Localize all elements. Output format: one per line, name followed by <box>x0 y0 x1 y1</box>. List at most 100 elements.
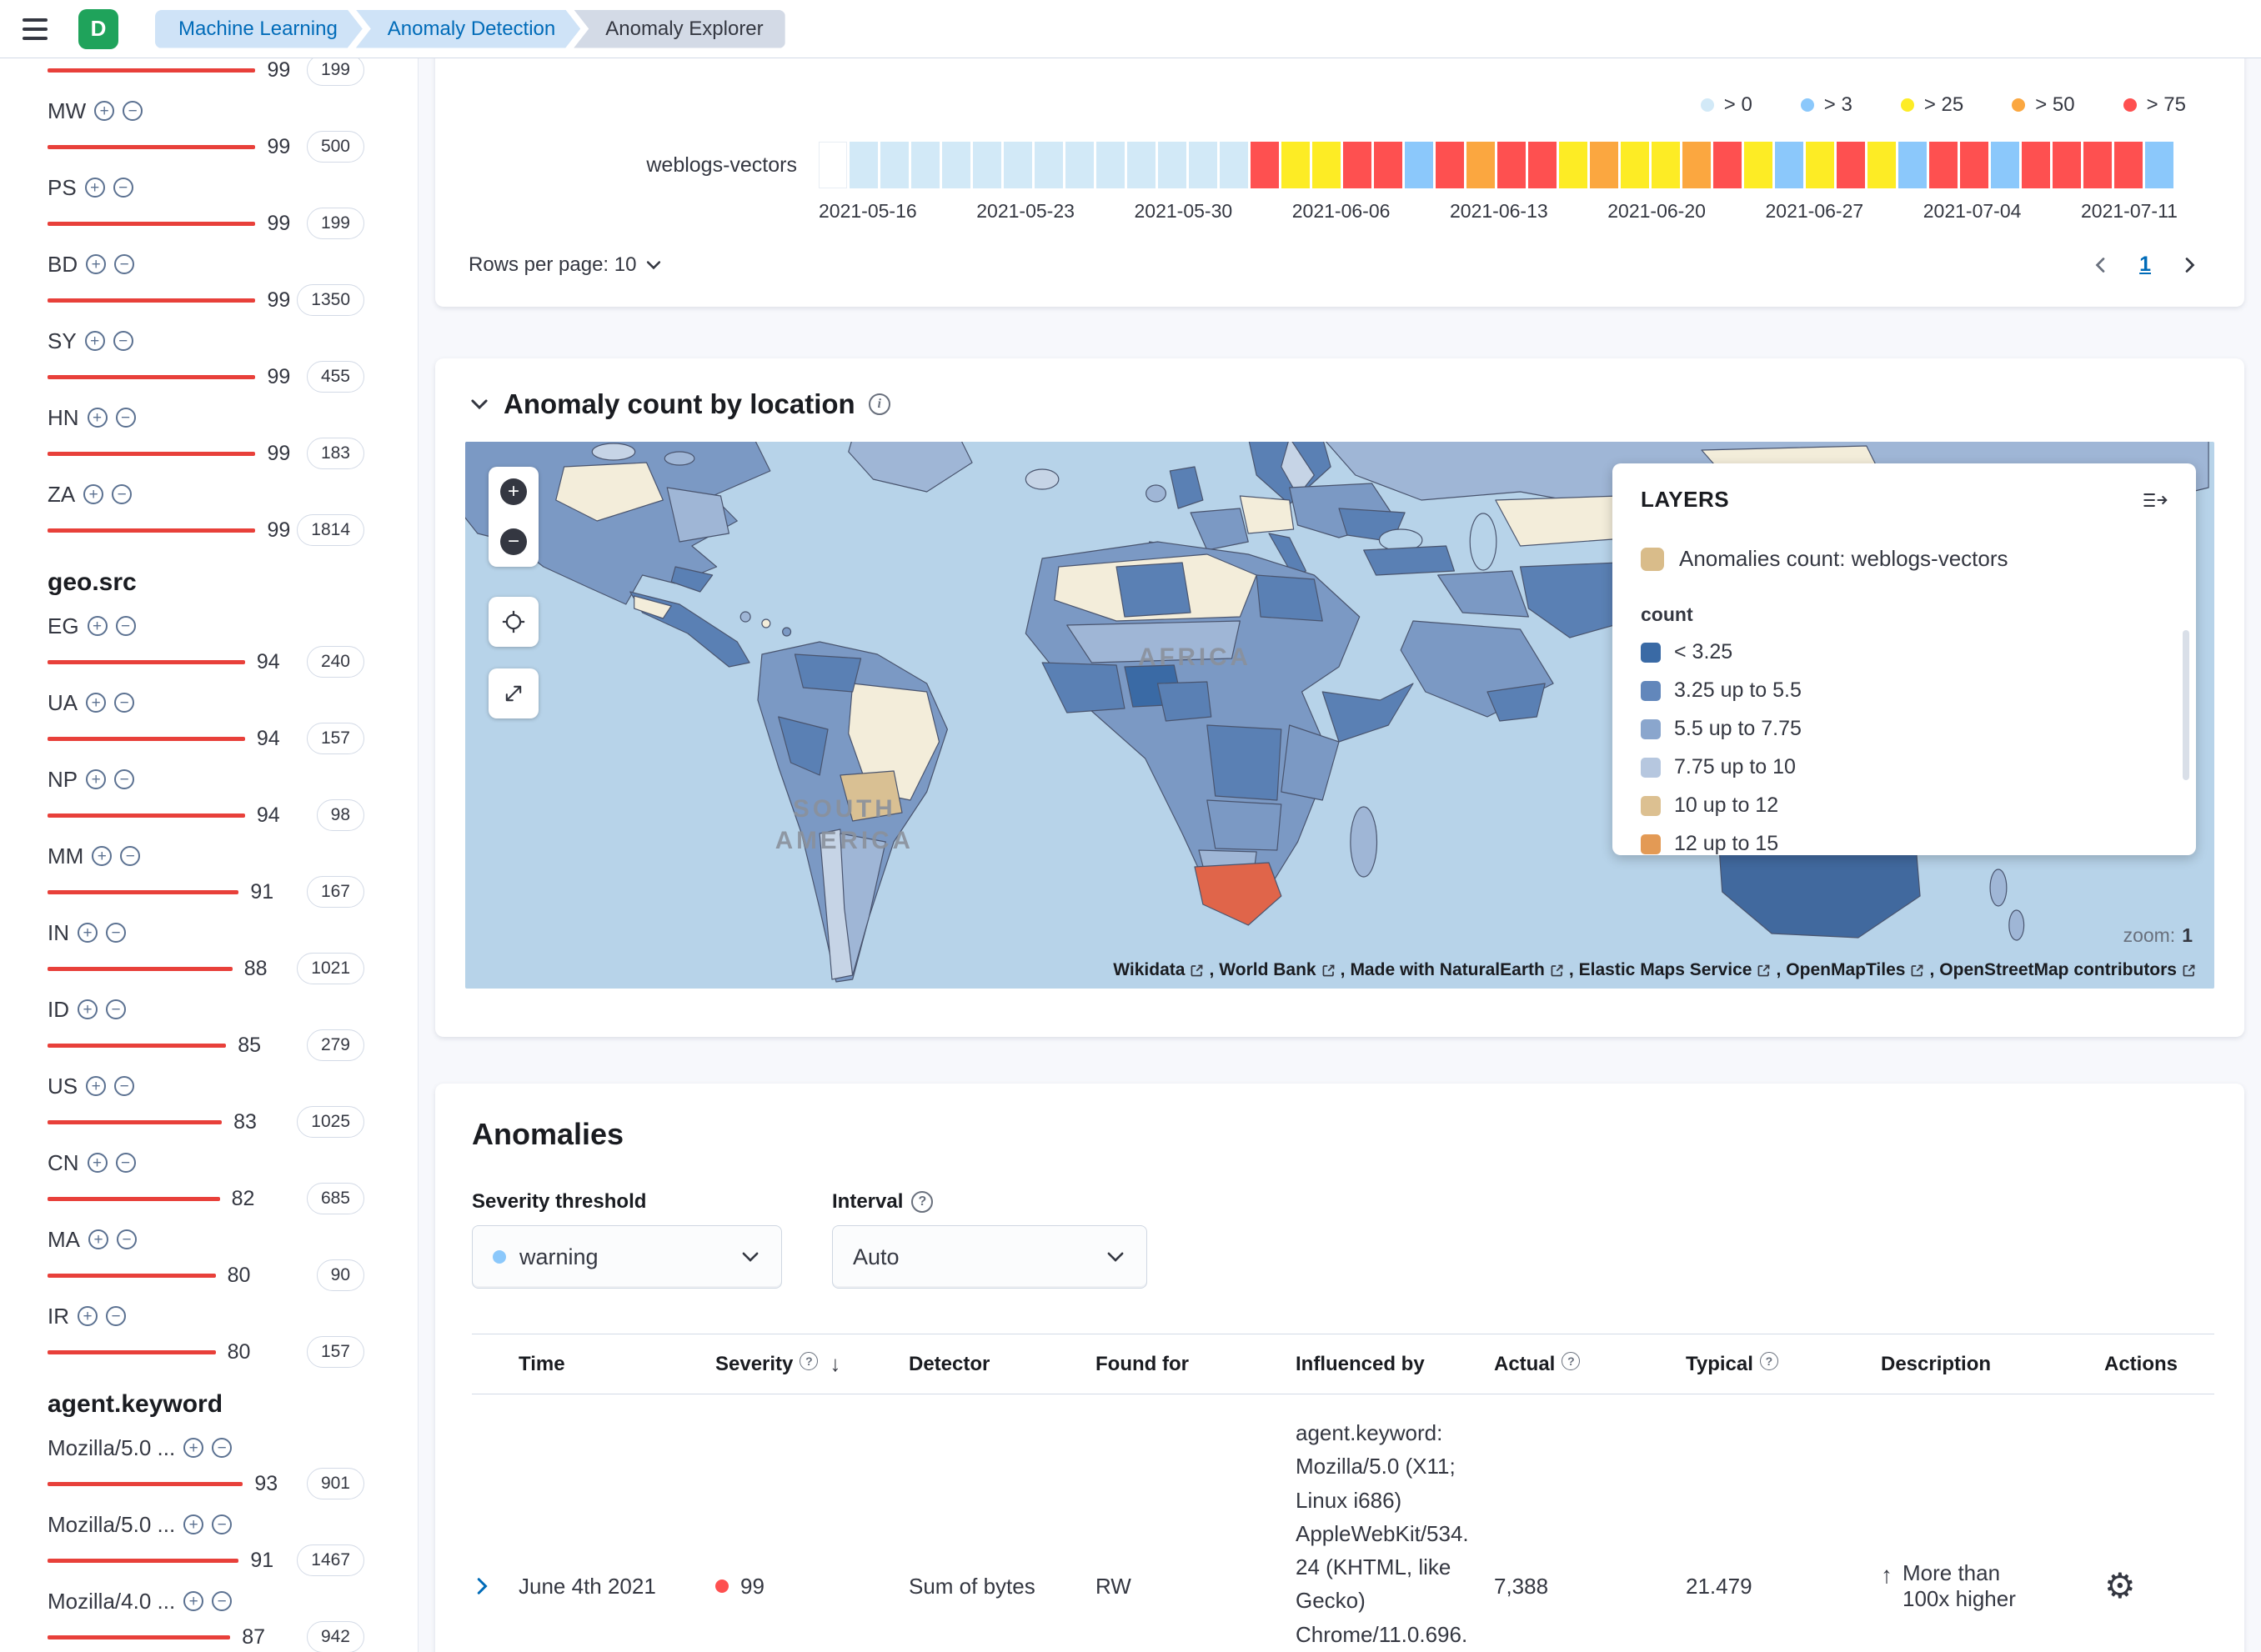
swimlane-cell[interactable] <box>1713 142 1742 188</box>
swimlane-cell[interactable] <box>1065 142 1094 188</box>
swimlane-cell[interactable] <box>1682 142 1711 188</box>
swimlane-cell[interactable] <box>973 142 1001 188</box>
remove-filter-icon[interactable]: − <box>212 1514 232 1534</box>
add-filter-icon[interactable]: + <box>183 1438 203 1458</box>
help-icon[interactable]: ? <box>800 1352 818 1370</box>
world-map[interactable]: AFRICA SOUTH AMERICA + − <box>465 442 2214 989</box>
swimlane-cell[interactable] <box>1466 142 1495 188</box>
add-filter-icon[interactable]: + <box>88 1153 108 1173</box>
severity-threshold-select[interactable]: warning <box>472 1225 782 1289</box>
prev-page-icon[interactable] <box>2091 255 2111 275</box>
swimlane-cell[interactable] <box>1096 142 1125 188</box>
remove-filter-icon[interactable]: − <box>117 1229 137 1249</box>
map-fullscreen-button[interactable] <box>489 668 539 718</box>
map-attribution-link[interactable]: Wikidata , <box>1113 960 1214 980</box>
swimlane-cell[interactable] <box>1405 142 1433 188</box>
column-header-detector[interactable]: Detector <box>909 1334 1095 1394</box>
swimlane-cell[interactable] <box>1621 142 1649 188</box>
swimlane-cell[interactable] <box>1251 142 1279 188</box>
swimlane-cell[interactable] <box>1528 142 1557 188</box>
remove-filter-icon[interactable]: − <box>106 1306 126 1326</box>
swimlane-cell[interactable] <box>1837 142 1865 188</box>
swimlane-cell[interactable] <box>1559 142 1587 188</box>
add-filter-icon[interactable]: + <box>88 408 108 428</box>
swimlane-cell[interactable] <box>2022 142 2050 188</box>
add-filter-icon[interactable]: + <box>85 178 105 198</box>
add-filter-icon[interactable]: + <box>86 1076 106 1096</box>
map-attribution-link[interactable]: World Bank , <box>1219 960 1345 980</box>
column-header-typical[interactable]: Typical? <box>1686 1334 1881 1394</box>
swimlane-cell[interactable] <box>850 142 878 188</box>
remove-filter-icon[interactable]: − <box>114 693 134 713</box>
remove-filter-icon[interactable]: − <box>212 1438 232 1458</box>
column-header-severity[interactable]: Severity?↓ <box>715 1334 909 1394</box>
help-icon[interactable]: ? <box>1760 1352 1778 1370</box>
add-filter-icon[interactable]: + <box>94 101 114 121</box>
info-icon[interactable]: i <box>869 393 890 415</box>
remove-filter-icon[interactable]: − <box>116 616 136 636</box>
row-expand-icon[interactable] <box>472 1576 504 1596</box>
add-filter-icon[interactable]: + <box>85 331 105 351</box>
swimlane-cell[interactable] <box>1497 142 1526 188</box>
add-filter-icon[interactable]: + <box>78 1306 98 1326</box>
swimlane-cell[interactable] <box>1898 142 1927 188</box>
swimlane-cell[interactable] <box>1220 142 1248 188</box>
swimlane-cell[interactable] <box>1744 142 1772 188</box>
map-attribution-link[interactable]: OpenStreetMap contributors <box>1939 960 2198 980</box>
add-filter-icon[interactable]: + <box>86 254 106 274</box>
swimlane-cell[interactable] <box>1775 142 1803 188</box>
swimlane-cell[interactable] <box>1652 142 1680 188</box>
swimlane-cell[interactable] <box>1127 142 1156 188</box>
swimlane-cell[interactable] <box>942 142 970 188</box>
swimlane-cell[interactable] <box>1281 142 1310 188</box>
add-filter-icon[interactable]: + <box>86 769 106 789</box>
column-header-time[interactable]: Time <box>519 1334 715 1394</box>
menu-icon[interactable] <box>12 6 58 53</box>
collapse-chevron-icon[interactable] <box>469 393 490 415</box>
remove-filter-icon[interactable]: − <box>106 923 126 943</box>
add-filter-icon[interactable]: + <box>78 923 98 943</box>
column-header-actions[interactable]: Actions <box>2104 1334 2214 1394</box>
breadcrumb-item[interactable]: Anomaly Detection <box>356 10 580 48</box>
add-filter-icon[interactable]: + <box>83 484 103 504</box>
remove-filter-icon[interactable]: − <box>120 846 140 866</box>
swimlane-cell[interactable] <box>1158 142 1186 188</box>
swimlane-cell[interactable] <box>2053 142 2081 188</box>
map-attribution-link[interactable]: Elastic Maps Service , <box>1579 960 1782 980</box>
swimlane-cell[interactable] <box>1867 142 1896 188</box>
interval-select[interactable]: Auto <box>832 1225 1147 1289</box>
remove-filter-icon[interactable]: − <box>114 769 134 789</box>
remove-filter-icon[interactable]: − <box>114 1076 134 1096</box>
layers-collapse-icon[interactable] <box>2143 490 2168 510</box>
remove-filter-icon[interactable]: − <box>113 331 133 351</box>
column-header-description[interactable]: Description <box>1881 1334 2104 1394</box>
swimlane-cell[interactable] <box>880 142 909 188</box>
next-page-icon[interactable] <box>2179 255 2199 275</box>
remove-filter-icon[interactable]: − <box>106 999 126 1019</box>
page-number[interactable]: 1 <box>2139 253 2151 277</box>
help-icon[interactable]: ? <box>1562 1352 1580 1370</box>
swimlane-cell[interactable] <box>819 142 847 188</box>
remove-filter-icon[interactable]: − <box>123 101 143 121</box>
column-header-actual[interactable]: Actual? <box>1494 1334 1686 1394</box>
swimlane-cell[interactable] <box>2145 142 2173 188</box>
swimlane-cell[interactable] <box>1343 142 1371 188</box>
add-filter-icon[interactable]: + <box>88 1229 108 1249</box>
add-filter-icon[interactable]: + <box>183 1591 203 1611</box>
map-zoom-out-button[interactable]: − <box>489 517 539 567</box>
swimlane-cell[interactable] <box>1189 142 1217 188</box>
map-attribution-link[interactable]: OpenMapTiles , <box>1786 960 1934 980</box>
add-filter-icon[interactable]: + <box>78 999 98 1019</box>
swimlane-cell[interactable] <box>1374 142 1402 188</box>
swimlane-cell[interactable] <box>1929 142 1958 188</box>
swimlane-cell[interactable] <box>2083 142 2112 188</box>
remove-filter-icon[interactable]: − <box>116 408 136 428</box>
map-attribution-link[interactable]: Made with NaturalEarth , <box>1350 960 1573 980</box>
map-locate-button[interactable] <box>489 597 539 647</box>
swimlane-cell[interactable] <box>1991 142 2019 188</box>
swimlane-cell[interactable] <box>1806 142 1834 188</box>
column-header-influenced-by[interactable]: Influenced by <box>1296 1334 1494 1394</box>
space-avatar[interactable]: D <box>78 9 118 49</box>
add-filter-icon[interactable]: + <box>183 1514 203 1534</box>
swimlane-cell[interactable] <box>2114 142 2143 188</box>
